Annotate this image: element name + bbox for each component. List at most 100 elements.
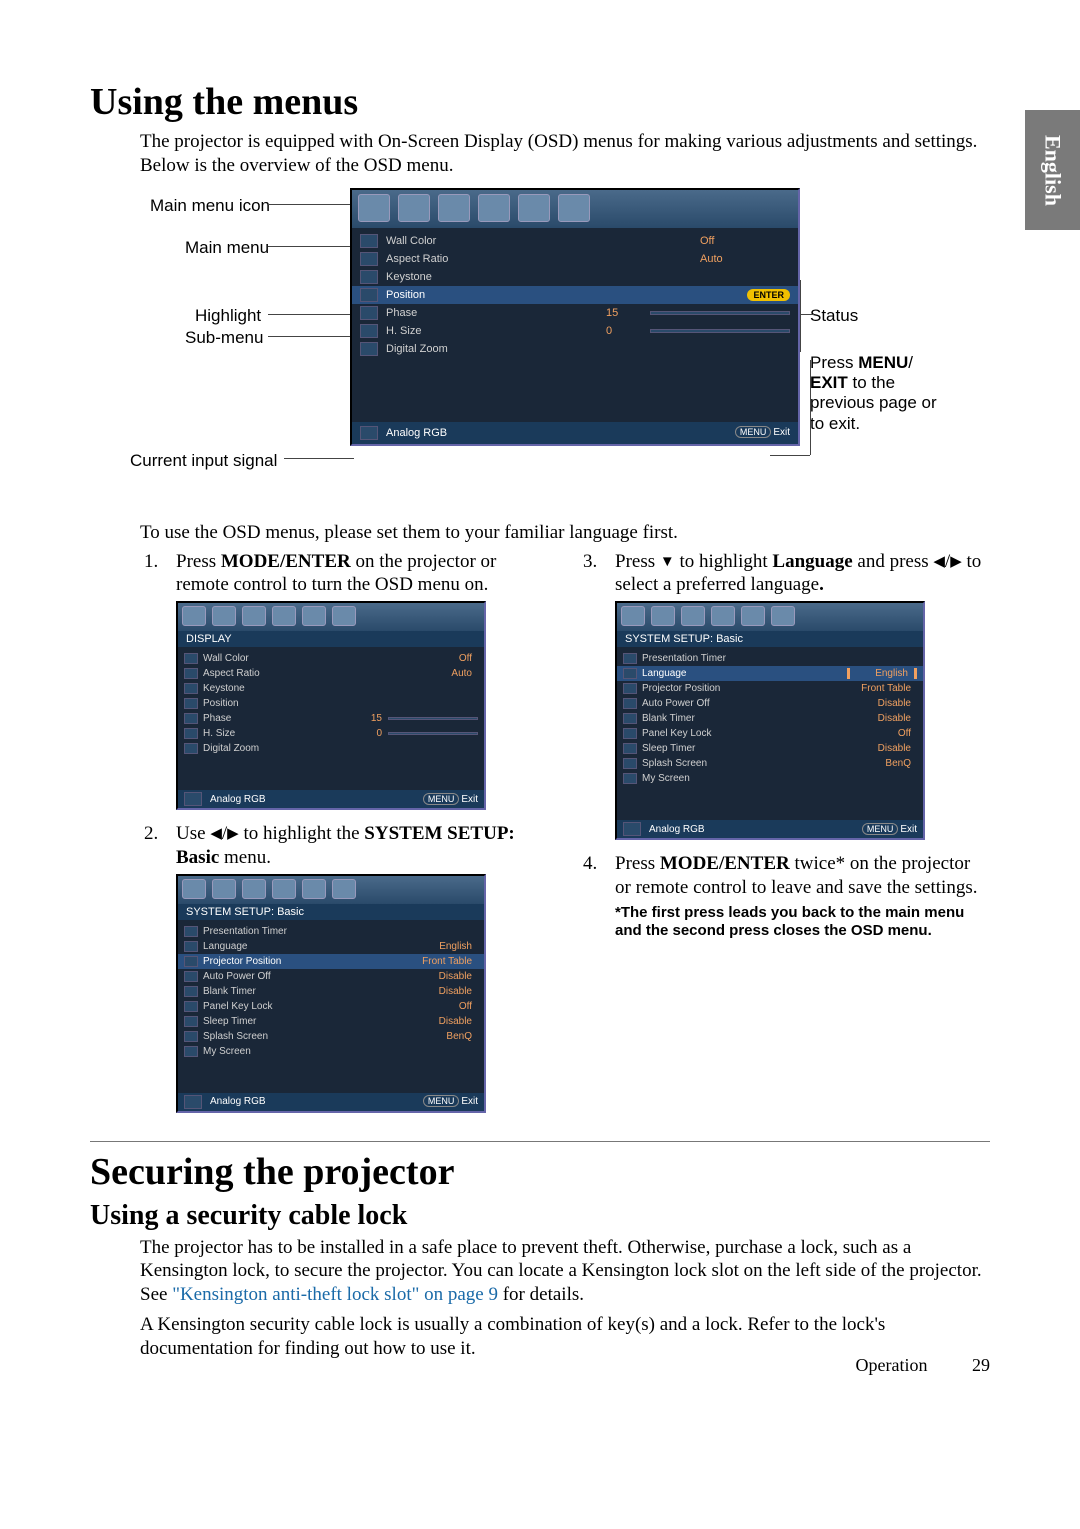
row-label: Auto Power Off: [642, 698, 847, 709]
row-label: Aspect Ratio: [203, 668, 408, 679]
row-label: Digital Zoom: [386, 343, 790, 355]
row-value: 15: [360, 713, 388, 724]
input-signal-label: Analog RGB: [210, 794, 423, 805]
row-icon: [360, 324, 378, 338]
tab-icon: [212, 879, 236, 899]
row-value: BenQ: [847, 758, 917, 769]
osd-tab-bar: [617, 603, 923, 631]
row-icon: [360, 342, 378, 356]
row-label: Aspect Ratio: [386, 253, 700, 265]
label-sub-menu: Sub-menu: [185, 328, 263, 348]
osd-tab-bar: [178, 603, 484, 631]
input-signal-icon: [623, 822, 641, 836]
osd-row: Projector PositionFront Table: [617, 681, 923, 696]
step-1: 1. Press MODE/ENTER on the projector or …: [140, 550, 551, 598]
row-icon: [360, 252, 378, 266]
input-signal-label: Analog RGB: [386, 427, 735, 439]
label-status: Status: [810, 306, 858, 326]
row-label: Phase: [203, 713, 360, 724]
label-main-menu: Main menu: [185, 238, 269, 258]
row-slider: [388, 732, 478, 735]
label-main-menu-icon: Main menu icon: [150, 196, 270, 216]
source-tab-icon: [438, 194, 470, 222]
tab-icon: [771, 606, 795, 626]
row-icon: [360, 306, 378, 320]
row-value: 0: [360, 728, 388, 739]
row-label: H. Size: [386, 325, 606, 337]
osd-tab-bar: [178, 876, 484, 904]
osd-screenshot-step3: SYSTEM SETUP: BasicPresentation TimerLan…: [615, 601, 925, 840]
osd-row: LanguageEnglish: [617, 666, 923, 681]
row-label: Splash Screen: [203, 1031, 408, 1042]
row-label: Language: [642, 668, 847, 679]
row-label: Blank Timer: [642, 713, 847, 724]
row-icon: [184, 941, 198, 952]
below-diagram-text: To use the OSD menus, please set them to…: [140, 522, 990, 544]
language-tab: English: [1025, 110, 1080, 230]
tab-icon: [711, 606, 735, 626]
row-icon: [360, 288, 378, 302]
row-label: Keystone: [386, 271, 790, 283]
tab-icon: [741, 606, 765, 626]
row-icon: [184, 683, 198, 694]
osd-row: PositionENTER: [352, 286, 798, 304]
tab-icon: [242, 879, 266, 899]
exit-hint: Exit: [900, 824, 917, 835]
security-para-1: The projector has to be installed in a s…: [140, 1236, 990, 1307]
row-icon: [623, 728, 637, 739]
row-icon: [623, 758, 637, 769]
tab-icon: [242, 606, 266, 626]
row-slider: [650, 311, 790, 315]
row-value: BenQ: [408, 1031, 478, 1042]
row-label: Presentation Timer: [203, 926, 478, 937]
row-icon: [623, 668, 637, 679]
row-slider: [388, 717, 478, 720]
osd-row: Auto Power OffDisable: [617, 696, 923, 711]
osd-row: H. Size0: [178, 726, 484, 741]
row-icon: [184, 668, 198, 679]
tab-icon: [302, 879, 326, 899]
row-value: English: [847, 668, 917, 679]
tab-icon: [681, 606, 705, 626]
osd-row: Splash ScreenBenQ: [178, 1029, 484, 1044]
osd-row: Presentation Timer: [617, 651, 923, 666]
osd-overview-diagram: Main menu icon Main menu Highlight Sub-m…: [130, 188, 990, 518]
osd-row: Digital Zoom: [352, 340, 798, 358]
osd-row: LanguageEnglish: [178, 939, 484, 954]
osd-main-screenshot: Wall ColorOffAspect RatioAutoKeystonePos…: [350, 188, 800, 446]
row-label: Projector Position: [642, 683, 847, 694]
osd-screenshot-step2: SYSTEM SETUP: BasicPresentation TimerLan…: [176, 874, 486, 1113]
osd-row: Wall ColorOff: [352, 232, 798, 250]
row-label: Projector Position: [203, 956, 408, 967]
row-label: Sleep Timer: [203, 1016, 408, 1027]
row-icon: [623, 773, 637, 784]
row-value: Off: [408, 1001, 478, 1012]
step-2: 2. Use ◀/▶ to highlight the SYSTEM SETUP…: [140, 822, 551, 870]
input-signal-icon: [360, 426, 378, 440]
display-tab-icon: [358, 194, 390, 222]
row-icon: [184, 986, 198, 997]
link-kensington-slot[interactable]: "Kensington anti-theft lock slot" on pag…: [172, 1284, 498, 1305]
row-label: Digital Zoom: [203, 743, 478, 754]
system-basic-tab-icon: [478, 194, 510, 222]
row-value: 0: [606, 325, 650, 337]
row-slider: [650, 329, 790, 333]
row-label: Auto Power Off: [203, 971, 408, 982]
row-icon: [184, 698, 198, 709]
row-value: Disable: [847, 743, 917, 754]
row-value: English: [408, 941, 478, 952]
row-value: Front Table: [847, 683, 917, 694]
osd-row: Panel Key LockOff: [617, 726, 923, 741]
row-label: Wall Color: [203, 653, 408, 664]
row-icon: [184, 713, 198, 724]
row-value: Disable: [408, 971, 478, 982]
menu-button-hint: MENU: [423, 793, 460, 805]
row-icon: [184, 971, 198, 982]
row-icon: [360, 270, 378, 284]
row-label: Position: [386, 289, 747, 301]
osd-row: Blank TimerDisable: [178, 984, 484, 999]
row-value: Disable: [408, 986, 478, 997]
menu-button-hint: MENU: [862, 823, 899, 835]
row-value: 15: [606, 307, 650, 319]
osd-row: Splash ScreenBenQ: [617, 756, 923, 771]
